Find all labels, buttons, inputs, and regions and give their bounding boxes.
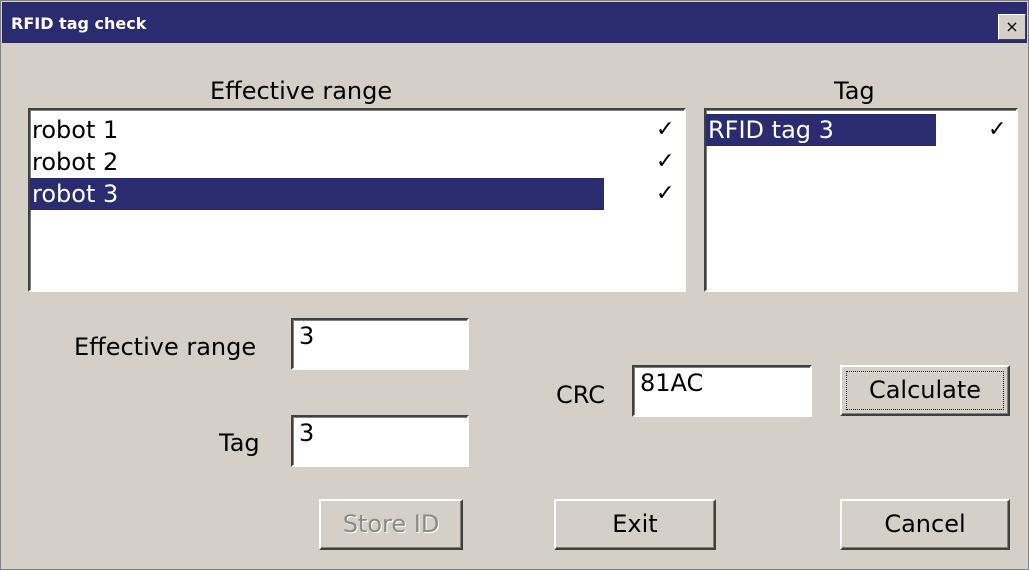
effective-range-listbox[interactable]: robot 1 ✓ robot 2 ✓ robot 3 ✓ — [28, 108, 686, 292]
list-item-robot-3[interactable]: robot 3 ✓ — [30, 178, 680, 210]
tag-input[interactable]: 3 — [291, 415, 469, 467]
list-item-label: robot 2 — [32, 148, 119, 176]
tag-label: Tag — [219, 429, 260, 457]
rfid-tag-check-dialog: RFID tag check × Effective range robot 1… — [0, 0, 1029, 570]
list-item-label: RFID tag 3 — [706, 114, 936, 146]
window-title: RFID tag check — [11, 14, 147, 33]
check-icon: ✓ — [656, 149, 675, 174]
store-id-button[interactable]: Store ID — [319, 499, 463, 550]
close-button[interactable]: × — [998, 14, 1026, 40]
tag-listbox[interactable]: RFID tag 3 ✓ — [704, 108, 1018, 292]
exit-button[interactable]: Exit — [554, 499, 716, 550]
list-item-label: robot 1 — [32, 116, 119, 144]
crc-input[interactable]: 81AC — [632, 365, 812, 417]
crc-label: CRC — [556, 381, 605, 409]
list-item-rfid-tag-3[interactable]: RFID tag 3 ✓ — [706, 114, 1012, 146]
effective-range-list-header: Effective range — [210, 77, 393, 105]
check-icon: ✓ — [656, 117, 675, 142]
list-item-robot-2[interactable]: robot 2 ✓ — [30, 146, 680, 178]
list-item-label: robot 3 — [30, 178, 604, 210]
check-icon: ✓ — [988, 117, 1007, 142]
cancel-button[interactable]: Cancel — [840, 499, 1010, 550]
check-icon: ✓ — [656, 181, 675, 206]
tag-list-header: Tag — [834, 77, 875, 105]
title-bar[interactable]: RFID tag check × — [2, 2, 1027, 43]
effective-range-label: Effective range — [74, 333, 257, 361]
effective-range-input[interactable]: 3 — [291, 318, 469, 370]
list-item-robot-1[interactable]: robot 1 ✓ — [30, 114, 680, 146]
calculate-button[interactable]: Calculate — [840, 365, 1010, 416]
close-icon: × — [1005, 17, 1019, 36]
